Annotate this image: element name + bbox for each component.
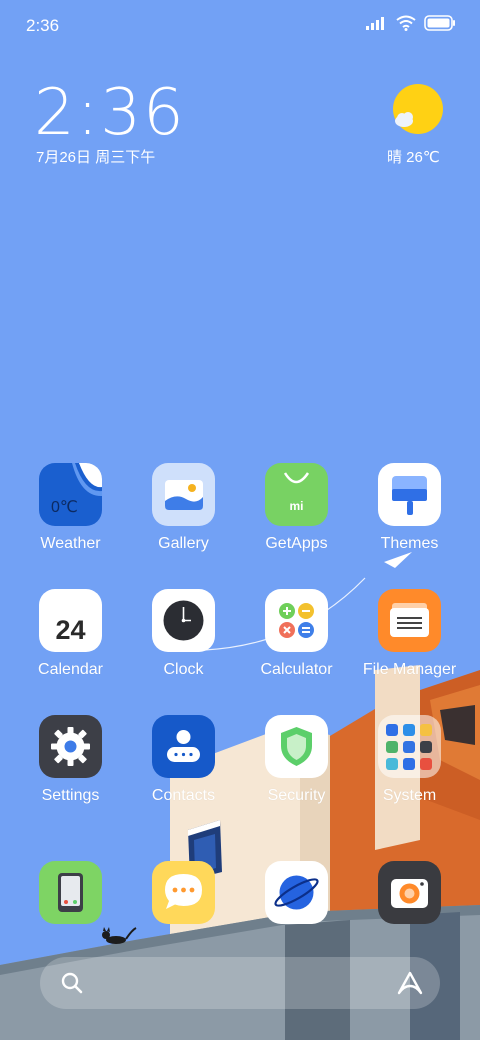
app-label: Calendar <box>38 661 103 678</box>
status-bar: 2:36 <box>0 0 480 50</box>
phone-icon <box>39 861 102 924</box>
widget-clock[interactable]: 2:36 <box>34 76 186 150</box>
calculator-icon <box>265 589 328 652</box>
gallery-icon <box>152 463 215 526</box>
app-getapps[interactable]: mi GetApps <box>240 463 353 553</box>
security-icon <box>265 715 328 778</box>
app-label: Calculator <box>260 661 333 678</box>
app-clock[interactable]: Clock <box>127 589 240 679</box>
app-gallery[interactable]: Gallery <box>127 463 240 553</box>
app-label: GetApps <box>265 535 328 552</box>
dock-phone[interactable] <box>14 861 127 924</box>
dock-camera[interactable] <box>353 861 466 924</box>
app-label: Gallery <box>158 535 209 552</box>
search-icon[interactable] <box>60 971 84 995</box>
status-time: 2:36 <box>26 16 60 35</box>
app-file-manager[interactable]: File Manager <box>353 589 466 679</box>
dock-browser[interactable] <box>240 861 353 924</box>
browser-icon <box>265 861 328 924</box>
calendar-icon: 24 <box>39 589 102 652</box>
getapps-tile-text: mi <box>289 499 304 513</box>
app-label: System <box>382 787 437 804</box>
calendar-tile-text: 24 <box>55 615 86 645</box>
app-label: File Manager <box>362 661 457 678</box>
app-settings[interactable]: Settings <box>14 715 127 805</box>
app-label: Clock <box>163 661 204 678</box>
themes-icon <box>378 463 441 526</box>
weather-icon: 0℃ <box>39 463 102 526</box>
app-label: Weather <box>40 535 101 552</box>
app-calendar[interactable]: 24 Calendar <box>14 589 127 679</box>
file-manager-icon <box>378 589 441 652</box>
settings-icon <box>39 715 102 778</box>
search-bar[interactable] <box>40 957 440 1009</box>
messages-icon <box>152 861 215 924</box>
app-security[interactable]: Security <box>240 715 353 805</box>
app-label: Security <box>267 787 326 804</box>
assistant-icon[interactable] <box>396 970 424 996</box>
camera-icon <box>378 861 441 924</box>
wifi-icon <box>396 15 416 31</box>
contacts-icon <box>152 715 215 778</box>
sun-cloud-icon[interactable] <box>392 83 444 135</box>
app-label: Themes <box>380 535 439 552</box>
app-calculator[interactable]: Calculator <box>240 589 353 679</box>
signal-icon <box>366 17 384 30</box>
clock-icon <box>152 589 215 652</box>
app-themes[interactable]: Themes <box>353 463 466 553</box>
status-icons <box>366 15 456 31</box>
getapps-icon: mi <box>265 463 328 526</box>
app-label: Contacts <box>151 787 216 804</box>
app-weather[interactable]: 0℃ Weather <box>14 463 127 553</box>
battery-icon <box>424 15 455 31</box>
app-label: Settings <box>41 787 100 804</box>
widget-date: 7月26日 周三下午 <box>36 149 156 166</box>
app-contacts[interactable]: Contacts <box>127 715 240 805</box>
app-system-folder[interactable]: System <box>353 715 466 805</box>
weather-tile-text: 0℃ <box>51 499 78 516</box>
system-folder-icon <box>378 715 441 778</box>
dock-messages[interactable] <box>127 861 240 924</box>
widget-weather: 晴 26℃ <box>387 149 440 166</box>
